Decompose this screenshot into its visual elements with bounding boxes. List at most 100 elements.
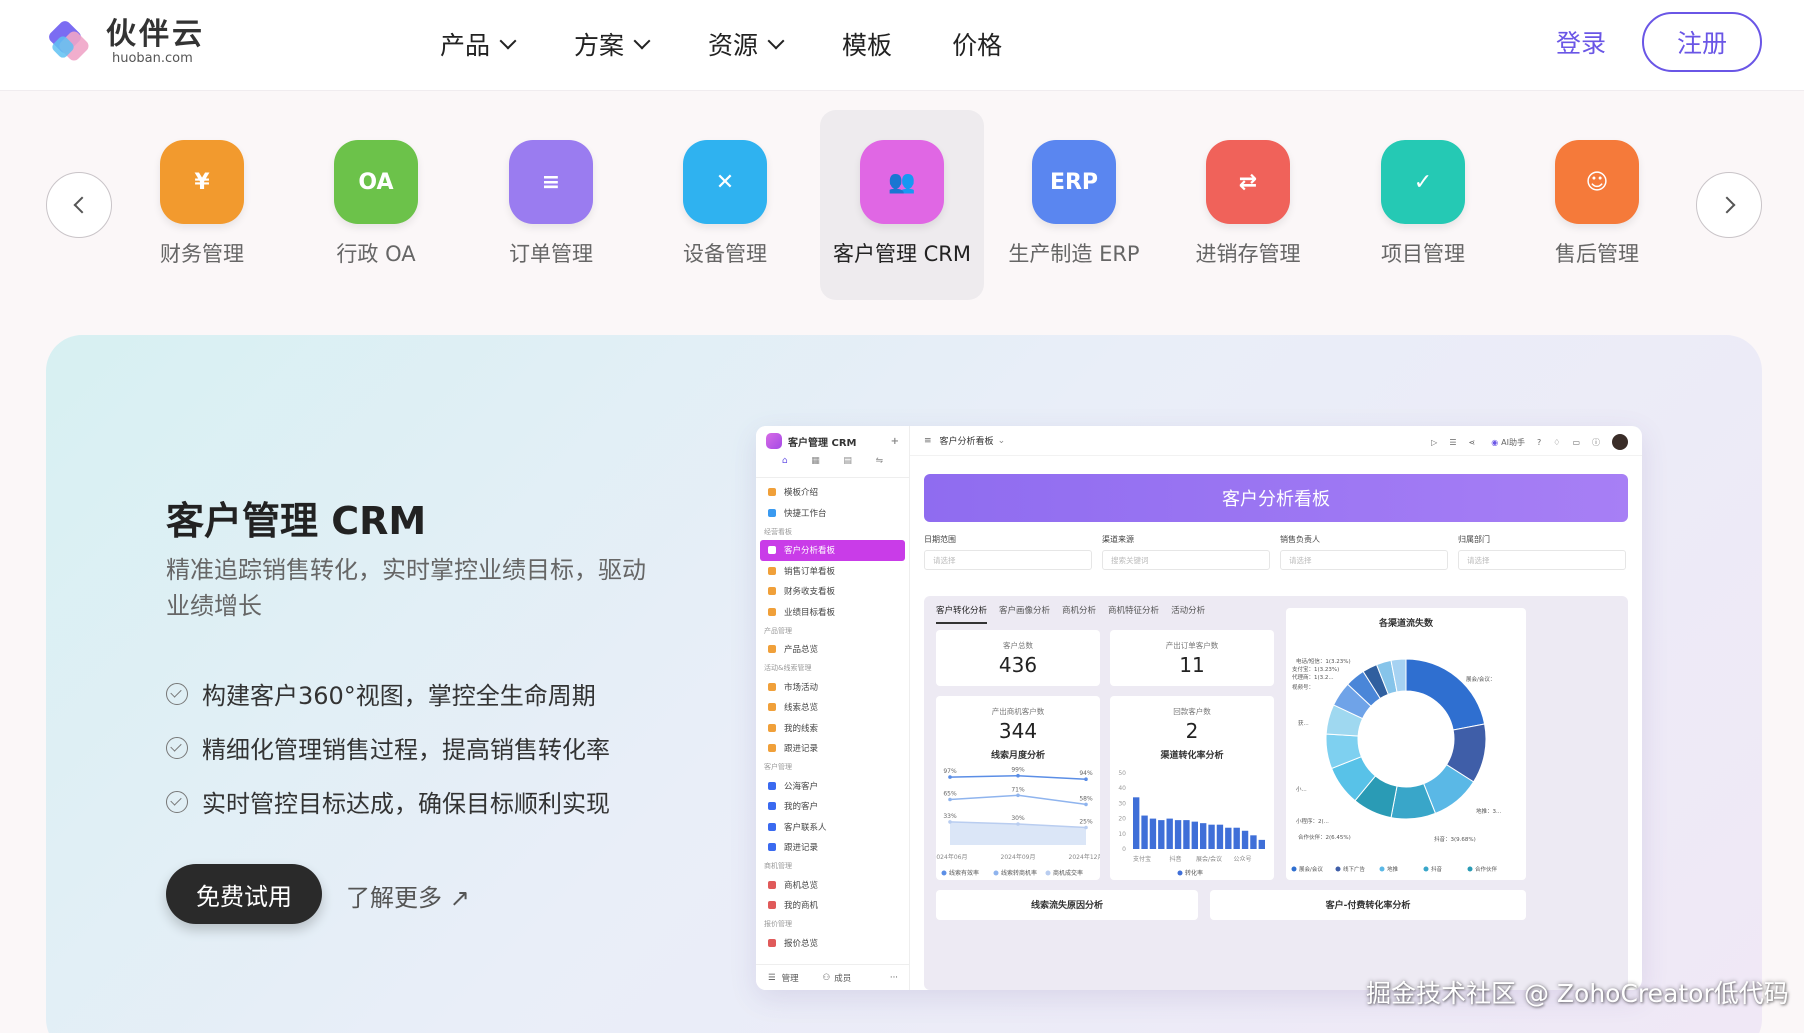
sidebar-item-label: 模板介绍 [784, 488, 819, 499]
sidebar-item[interactable]: 客户联系人 [756, 817, 909, 838]
app-tile[interactable]: ¥ 财务管理 [120, 110, 284, 300]
carousel-prev-button[interactable] [46, 172, 112, 238]
data-label: 58% [1079, 795, 1093, 802]
app-tile[interactable]: OA 行政 OA [294, 110, 458, 300]
bottom-left-chart-title: 线索流失原因分析 [1030, 901, 1103, 911]
members-link[interactable]: 成员 [834, 972, 851, 984]
analysis-tab[interactable]: 商机分析 [1062, 604, 1096, 624]
nav-item[interactable]: 资源 [708, 24, 785, 64]
bar [1174, 820, 1182, 849]
manage-link[interactable]: 管理 [782, 972, 799, 984]
watermark: 掘金技术社区 @ ZohoCreator低代码 [1366, 979, 1789, 1008]
filter-icon[interactable]: ☰ [1449, 438, 1456, 447]
chevron-down-icon [499, 32, 517, 50]
sidebar-item[interactable]: 我的线索 [756, 718, 909, 739]
analysis-tab[interactable]: 客户转化分析 [936, 604, 988, 624]
free-trial-button[interactable]: 免费试用 [166, 864, 322, 924]
sidebar-item-label: 公海客户 [784, 781, 819, 792]
bar [1133, 797, 1140, 849]
nav-item[interactable]: 价格 [952, 24, 1002, 64]
sidebar-item[interactable]: 报价总览 [756, 933, 909, 954]
sidebar-item[interactable]: 销售订单看板 [756, 561, 909, 582]
donut-slice [1405, 658, 1486, 731]
sidebar-item[interactable]: 客户分析看板 [760, 540, 905, 561]
filter-input[interactable]: 请选择 [1280, 550, 1448, 570]
menu-icon[interactable]: ≡ [924, 436, 932, 446]
analysis-tab[interactable]: 客户画像分析 [999, 604, 1050, 624]
warehouse-icon: ⇄ [1206, 140, 1290, 224]
register-button[interactable]: 注册 [1642, 12, 1762, 72]
y-tick-label: 40 [1118, 785, 1126, 792]
plus-icon[interactable]: + [891, 436, 899, 447]
sidebar-item[interactable]: 商机总览 [756, 875, 909, 896]
logo[interactable]: 伙伴云 huoban.com [44, 16, 205, 68]
sidebar-item[interactable]: 线索总览 [756, 697, 909, 718]
legend-swatch [1177, 870, 1183, 876]
sidebar-item[interactable]: 业绩目标看板 [756, 602, 909, 623]
app-tile[interactable]: ☺ 售后管理 [1515, 110, 1679, 300]
sidebar-item-label: 跟进记录 [784, 843, 819, 854]
analysis-tab[interactable]: 商机特征分析 [1108, 604, 1159, 624]
help-icon[interactable]: ? [1537, 438, 1541, 447]
line-chart-title: 线索月度分析 [990, 751, 1045, 761]
learn-more-link[interactable]: 了解更多 ↗ [346, 878, 470, 913]
app-tile[interactable]: ⇄ 进销存管理 [1166, 110, 1330, 300]
nav-item[interactable]: 方案 [574, 24, 651, 64]
sidebar-item[interactable]: 模板介绍 [756, 482, 909, 503]
analysis-tab[interactable]: 活动分析 [1171, 604, 1205, 624]
kpi-label: 产出订单客户数 [1165, 641, 1219, 650]
legend-label: 展会/会议 [1299, 865, 1323, 873]
sidebar-item[interactable]: 我的客户 [756, 796, 909, 817]
bell-icon[interactable]: ♢ [1553, 438, 1560, 447]
sidebar-item[interactable]: 跟进记录 [756, 837, 909, 858]
sidebar-item[interactable]: 快捷工作台 [756, 503, 909, 524]
app-tile[interactable]: ERP 生产制造 ERP [992, 110, 1156, 300]
sidebar-item[interactable]: 跟进记录 [756, 738, 909, 759]
carousel-next-button[interactable] [1696, 172, 1762, 238]
page-title[interactable]: 客户分析看板 [940, 434, 994, 447]
slice-annotation: 电话/短信：1(3.23%) [1296, 657, 1351, 665]
app-tile[interactable]: ≡ 订单管理 [469, 110, 633, 300]
kpi-value: 436 [998, 653, 1038, 677]
list-icon[interactable]: ▤ [843, 456, 852, 477]
sidebar-item[interactable]: 市场活动 [756, 677, 909, 698]
login-link[interactable]: 登录 [1556, 26, 1606, 62]
sidebar-item[interactable]: 我的商机 [756, 895, 909, 916]
sidebar-item[interactable]: 财务收支看板 [756, 581, 909, 602]
filter-input[interactable]: 请选择 [924, 550, 1092, 570]
kpi-value: 11 [1179, 653, 1205, 677]
hero-subtitle: 精准追踪销售转化，实时掌控业绩目标，驱动业绩增长 [166, 556, 646, 620]
link-icon[interactable]: ⇋ [876, 456, 884, 477]
ai-assistant-button[interactable]: AI助手 [1501, 437, 1525, 448]
app-tile[interactable]: ✓ 项目管理 [1341, 110, 1505, 300]
sidebar-item[interactable]: 产品总览 [756, 639, 909, 660]
y-tick-label: 0 [1122, 846, 1126, 853]
inbox-icon[interactable]: ▭ [1572, 438, 1580, 447]
app-tile-label: 项目管理 [1381, 242, 1465, 266]
sidebar-item-icon [768, 508, 776, 517]
sidebar-item-label: 快捷工作台 [784, 508, 827, 519]
sidebar-group-label: 客户管理 [764, 763, 792, 771]
share-icon[interactable]: ⋖ [1468, 438, 1475, 447]
filter-input[interactable]: 搜索关键词 [1102, 550, 1270, 570]
avatar[interactable] [1612, 434, 1628, 450]
nav-item-label: 模板 [842, 31, 893, 60]
sidebar-item-label: 财务收支看板 [784, 587, 836, 598]
oa-icon: OA [334, 140, 418, 224]
filter-input[interactable]: 请选择 [1458, 550, 1626, 570]
app-tile[interactable]: ✕ 设备管理 [643, 110, 807, 300]
headset-icon: ☺ [1555, 140, 1639, 224]
question-icon[interactable]: ⓘ [1592, 437, 1600, 448]
more-icon[interactable]: ··· [890, 973, 898, 983]
grid-icon[interactable]: ▦ [811, 456, 820, 477]
kpi-label: 产出商机客户数 [991, 707, 1045, 716]
home-icon[interactable]: ⌂ [782, 456, 788, 477]
sidebar-item-icon [768, 822, 776, 831]
nav-item[interactable]: 产品 [440, 24, 517, 64]
app-tile[interactable]: 👥 客户管理 CRM [820, 110, 984, 300]
sidebar-item[interactable]: 公海客户 [756, 776, 909, 797]
app-tile-label: 客户管理 CRM [832, 242, 972, 266]
sidebar-item-label: 产品总览 [784, 645, 819, 656]
nav-item[interactable]: 模板 [842, 24, 892, 64]
play-icon[interactable]: ▷ [1431, 438, 1437, 447]
